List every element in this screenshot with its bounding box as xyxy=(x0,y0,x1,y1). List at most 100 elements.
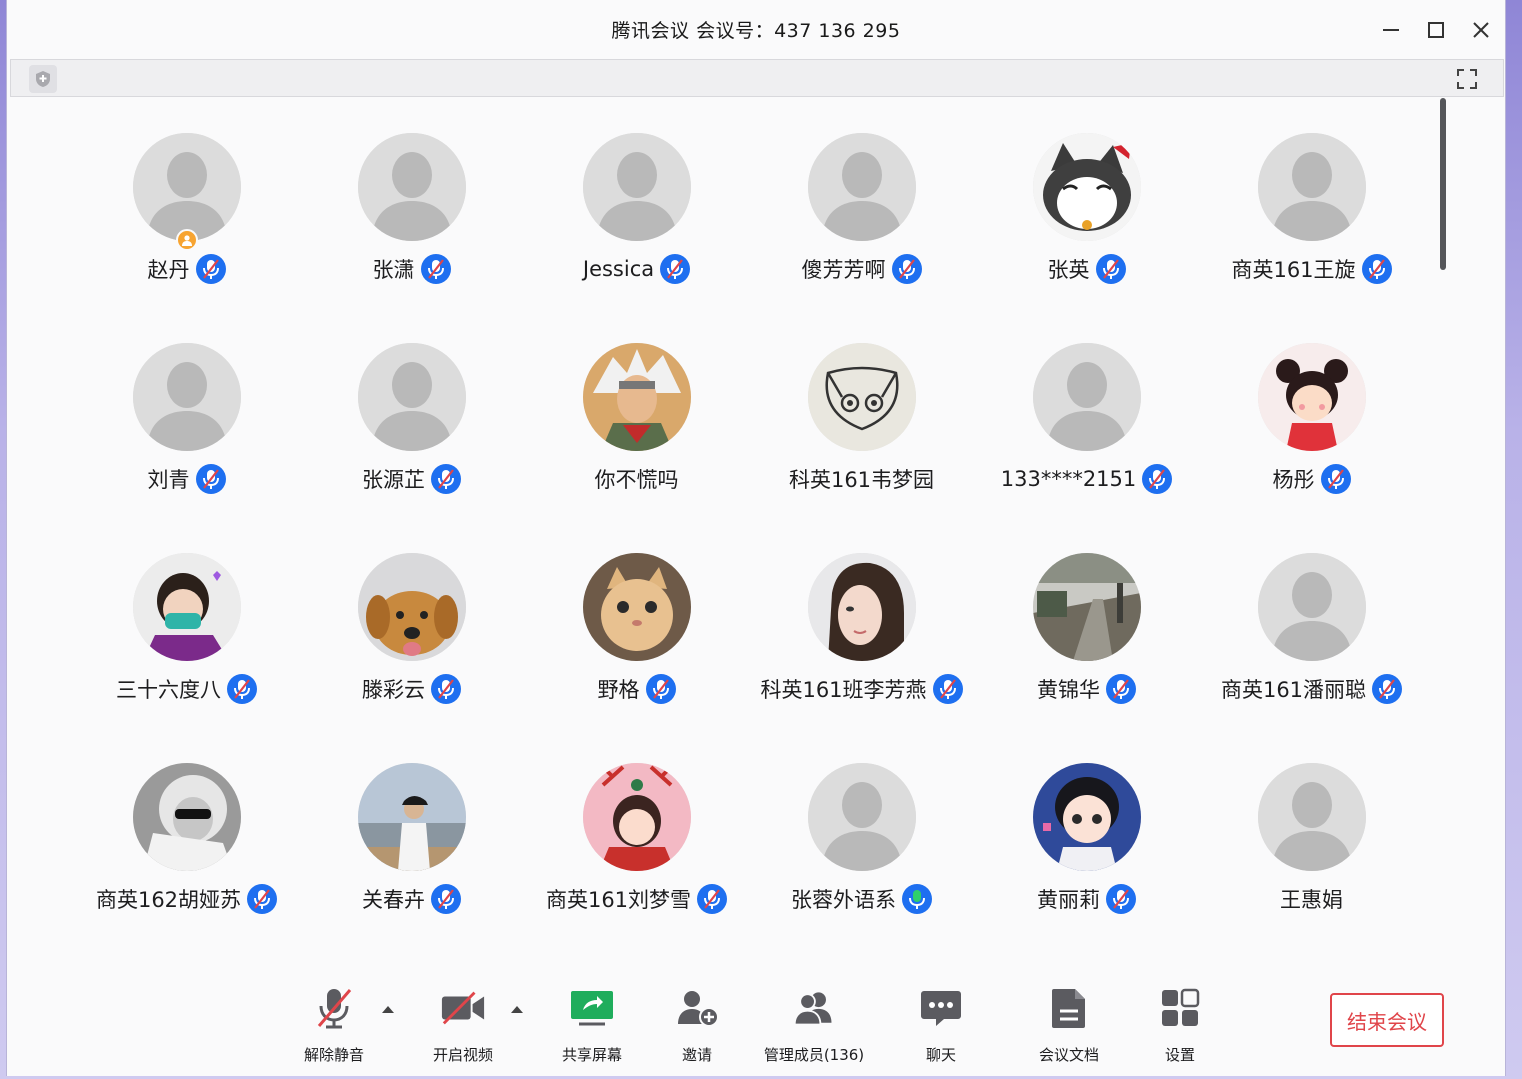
end-meeting-button[interactable]: 结束会议 xyxy=(1330,993,1444,1047)
chat-button[interactable]: 聊天 xyxy=(901,985,981,1065)
mic-muted-indicator xyxy=(660,254,691,284)
participant-name: 杨彤 xyxy=(1272,468,1315,492)
muted-mic-icon xyxy=(667,259,684,279)
avatar xyxy=(808,763,916,871)
avatar xyxy=(358,763,466,871)
avatar xyxy=(1258,553,1366,661)
mic-muted-indicator xyxy=(420,254,451,284)
participant-tile[interactable]: 你不慌吗 xyxy=(524,343,749,553)
mic-muted-indicator xyxy=(1320,464,1351,494)
participant-tile[interactable]: 三十六度八 xyxy=(74,553,299,763)
video-options-caret[interactable] xyxy=(509,1001,525,1017)
meeting-window: 腾讯会议 会议号：437 136 295 赵丹 张潇 Jessica 傻芳芳啊 … xyxy=(6,0,1506,1076)
participant-tile[interactable]: 张潇 xyxy=(299,133,524,343)
avatar xyxy=(358,133,466,241)
muted-mic-icon xyxy=(1113,889,1129,909)
participant-name: 王惠娟 xyxy=(1280,888,1343,912)
avatar xyxy=(1258,763,1366,871)
participant-name: 张英 xyxy=(1047,258,1090,282)
unmute-button[interactable]: 解除静音 xyxy=(294,985,374,1065)
muted-mic-icon xyxy=(1368,259,1385,279)
audio-options-caret[interactable] xyxy=(380,1001,396,1017)
muted-mic-icon xyxy=(1379,679,1396,699)
avatar xyxy=(808,553,916,661)
muted-mic-icon xyxy=(898,259,915,279)
caret-up-icon xyxy=(511,1006,523,1013)
participant-name: 你不慌吗 xyxy=(594,468,679,492)
mic-muted-indicator xyxy=(227,674,257,704)
muted-mic-icon xyxy=(311,985,357,1030)
participant-tile[interactable]: 野格 xyxy=(524,553,749,763)
share-screen-button[interactable]: 共享屏幕 xyxy=(552,985,632,1065)
mic-muted-indicator xyxy=(1095,254,1126,284)
mic-muted-indicator xyxy=(697,884,728,914)
participant-tile[interactable]: 商英161刘梦雪 xyxy=(524,763,749,973)
participant-tile[interactable]: 黄丽莉 xyxy=(974,763,1199,973)
participant-tile[interactable]: 133****2151 xyxy=(974,343,1199,553)
participant-tile[interactable]: 商英161王旋 xyxy=(1199,133,1424,343)
avatar xyxy=(133,763,241,871)
avatar xyxy=(583,763,691,871)
avatar xyxy=(1033,343,1141,451)
mic-muted-indicator xyxy=(247,884,278,914)
invite-button[interactable]: 邀请 xyxy=(657,985,737,1065)
participant-tile[interactable]: 刘青 xyxy=(74,343,299,553)
mic-muted-indicator xyxy=(431,674,461,704)
meeting-docs-button[interactable]: 会议文档 xyxy=(1029,985,1109,1065)
participant-tile[interactable]: 关春卉 xyxy=(299,763,524,973)
mic-muted-indicator xyxy=(431,884,461,914)
participant-tile[interactable]: 黄锦华 xyxy=(974,553,1199,763)
participant-name: 张潇 xyxy=(372,258,415,282)
manage-members-button[interactable]: 管理成员(136) xyxy=(754,985,874,1065)
participant-tile[interactable]: 张蓉外语系 xyxy=(749,763,974,973)
participant-name: 赵丹 xyxy=(147,258,190,282)
avatar xyxy=(1033,133,1141,241)
avatar xyxy=(583,343,691,451)
participant-name: 黄锦华 xyxy=(1037,678,1100,702)
avatar xyxy=(358,343,466,451)
host-badge-icon xyxy=(176,229,198,251)
muted-mic-icon xyxy=(234,679,250,699)
start-video-button[interactable]: 开启视频 xyxy=(423,985,503,1065)
participant-name: 商英162胡娅苏 xyxy=(95,888,242,912)
video-off-icon xyxy=(440,985,486,1030)
participant-tile[interactable]: 傻芳芳啊 xyxy=(749,133,974,343)
mic-muted-indicator xyxy=(1142,464,1173,494)
chat-bubble-icon xyxy=(918,985,964,1030)
participant-tile[interactable]: 滕彩云 xyxy=(299,553,524,763)
mic-muted-indicator xyxy=(1361,254,1392,284)
avatar xyxy=(358,553,466,661)
participant-tile[interactable]: 张英 xyxy=(974,133,1199,343)
muted-mic-icon xyxy=(202,469,219,489)
avatar xyxy=(1033,763,1141,871)
muted-mic-icon xyxy=(1149,469,1166,489)
participant-tile[interactable]: 王惠娟 xyxy=(1199,763,1424,973)
participant-name: 滕彩云 xyxy=(362,678,425,702)
participant-name-row: 王惠娟 xyxy=(1179,883,1444,915)
participant-name: 张蓉外语系 xyxy=(791,888,896,912)
avatar xyxy=(583,553,691,661)
mic-muted-indicator xyxy=(195,464,226,494)
members-icon xyxy=(791,985,837,1030)
participant-tile[interactable]: Jessica xyxy=(524,133,749,343)
muted-mic-icon xyxy=(1327,469,1344,489)
participant-name: 傻芳芳啊 xyxy=(801,258,886,282)
participant-tile[interactable]: 科英161韦梦园 xyxy=(749,343,974,553)
participant-tile[interactable]: 科英161班李芳燕 xyxy=(749,553,974,763)
participant-name: 三十六度八 xyxy=(116,678,221,702)
participant-name: 张源芷 xyxy=(362,468,425,492)
participant-tile[interactable]: 杨彤 xyxy=(1199,343,1424,553)
participant-name: Jessica xyxy=(582,257,655,281)
muted-mic-icon xyxy=(202,259,219,279)
settings-button[interactable]: 设置 xyxy=(1140,985,1220,1065)
avatar xyxy=(133,343,241,451)
participant-tile[interactable]: 商英162胡娅苏 xyxy=(74,763,299,973)
participant-name: 商英161刘梦雪 xyxy=(545,888,692,912)
muted-mic-icon xyxy=(254,889,271,909)
participant-name-row: 商英161王旋 xyxy=(1179,253,1444,285)
muted-mic-icon xyxy=(427,259,444,279)
participant-tile[interactable]: 商英161潘丽聪 xyxy=(1199,553,1424,763)
participant-tile[interactable]: 张源芷 xyxy=(299,343,524,553)
mic-muted-indicator xyxy=(431,464,461,494)
participant-tile[interactable]: 赵丹 xyxy=(74,133,299,343)
